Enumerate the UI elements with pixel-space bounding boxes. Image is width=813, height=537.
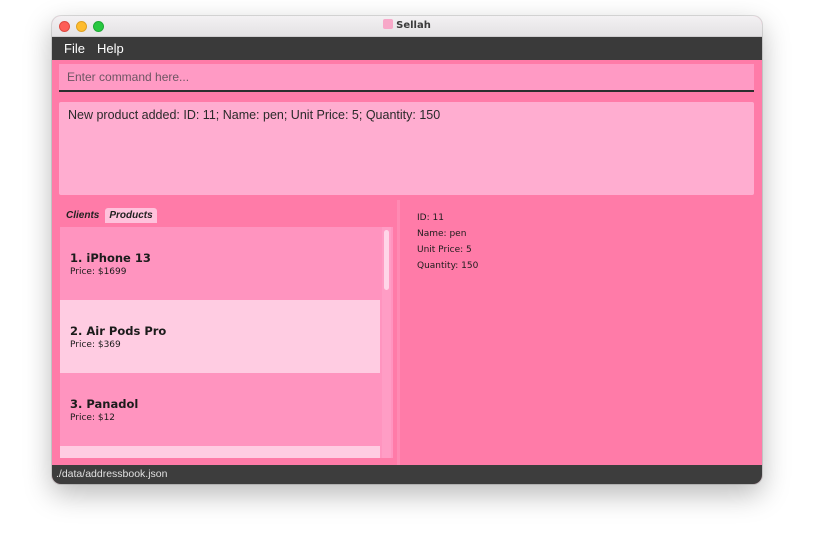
window-title-text: Sellah bbox=[396, 20, 431, 31]
product-card-partial[interactable] bbox=[60, 446, 380, 458]
result-display: New product added: ID: 11; Name: pen; Un… bbox=[59, 102, 754, 195]
product-price: Price: $12 bbox=[70, 413, 116, 423]
command-input[interactable] bbox=[59, 64, 754, 90]
product-name: 3. Panadol bbox=[70, 397, 138, 411]
app-icon bbox=[383, 19, 394, 29]
tab-products[interactable]: Products bbox=[105, 208, 157, 223]
menu-file[interactable]: File bbox=[64, 41, 85, 56]
product-price: Price: $1699 bbox=[70, 267, 127, 277]
product-list: 1. iPhone 13 Price: $1699 2. Air Pods Pr… bbox=[60, 227, 393, 458]
product-index: 1. bbox=[70, 251, 83, 265]
app-window: Sellah File Help New product added: ID: … bbox=[52, 16, 762, 484]
detail-unit-price: Unit Price: 5 bbox=[417, 245, 472, 255]
list-scrollbar[interactable] bbox=[382, 227, 391, 458]
tab-bar: Clients Products bbox=[62, 203, 159, 223]
product-card[interactable]: 2. Air Pods Pro Price: $369 bbox=[60, 300, 380, 373]
title-bar: Sellah bbox=[52, 16, 762, 37]
status-file-path: ./data/addressbook.json bbox=[56, 468, 168, 480]
window-title: Sellah bbox=[52, 19, 762, 31]
product-index: 3. bbox=[70, 397, 83, 411]
product-card[interactable]: 1. iPhone 13 Price: $1699 bbox=[60, 227, 380, 300]
result-text: New product added: ID: 11; Name: pen; Un… bbox=[68, 108, 441, 122]
status-bar: ./data/addressbook.json bbox=[52, 465, 762, 484]
product-name-text: iPhone 13 bbox=[86, 251, 151, 265]
product-card[interactable]: 3. Panadol Price: $12 bbox=[60, 373, 380, 446]
list-panel: Clients Products 1. iPhone 13 Price: $169… bbox=[52, 200, 397, 465]
product-name-text: Air Pods Pro bbox=[86, 324, 167, 338]
menu-bar: File Help bbox=[52, 37, 762, 60]
detail-id: ID: 11 bbox=[417, 213, 444, 223]
detail-panel: ID: 11 Name: pen Unit Price: 5 Quantity:… bbox=[400, 200, 762, 465]
command-box bbox=[59, 64, 754, 92]
product-price: Price: $369 bbox=[70, 340, 121, 350]
scrollbar-thumb[interactable] bbox=[384, 230, 389, 290]
detail-quantity: Quantity: 150 bbox=[417, 261, 479, 271]
detail-name: Name: pen bbox=[417, 229, 467, 239]
product-name-text: Panadol bbox=[86, 397, 139, 411]
tab-clients[interactable]: Clients bbox=[62, 208, 103, 223]
product-index: 2. bbox=[70, 324, 83, 338]
product-name: 1. iPhone 13 bbox=[70, 251, 151, 265]
menu-help[interactable]: Help bbox=[97, 41, 124, 56]
product-name: 2. Air Pods Pro bbox=[70, 324, 166, 338]
